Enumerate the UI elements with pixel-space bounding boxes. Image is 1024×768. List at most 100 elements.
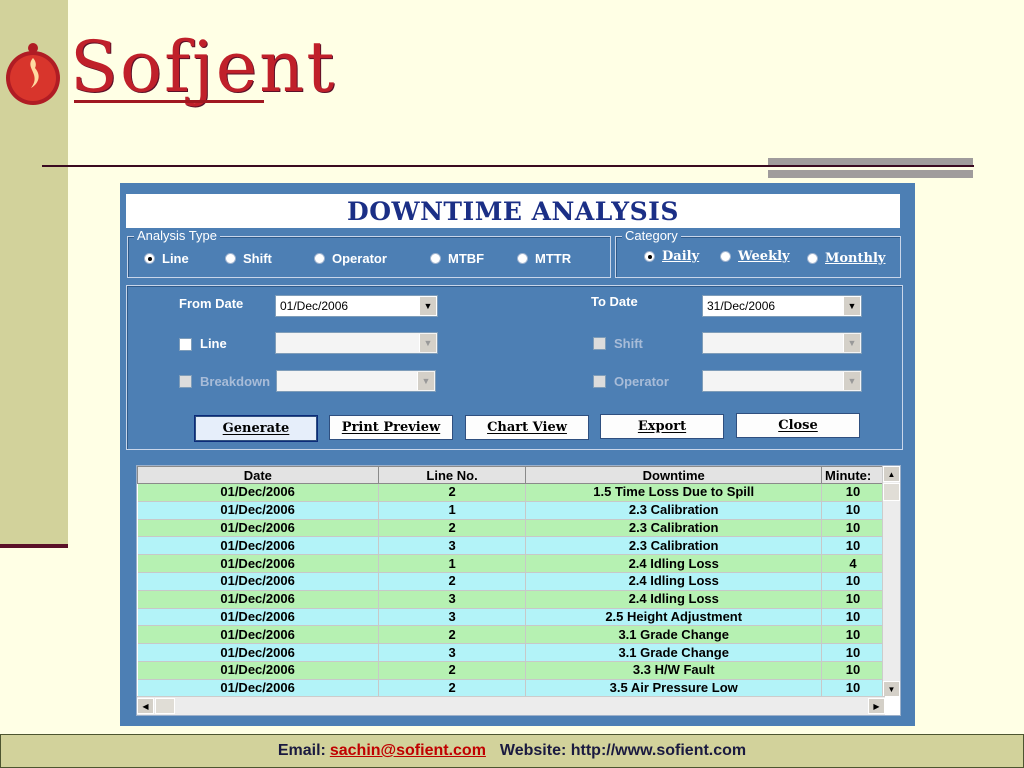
chevron-down-icon[interactable]: ▼ — [843, 334, 860, 352]
cell-date: 01/Dec/2006 — [137, 536, 379, 556]
to-date-label: To Date — [591, 294, 638, 309]
operator-checkbox[interactable] — [593, 375, 606, 388]
radio-mttr-label: MTTR — [535, 251, 572, 266]
cell-line-no: 2 — [378, 519, 527, 538]
from-date-select[interactable]: 01/Dec/2006 ▼ — [275, 295, 438, 317]
cell-minutes: 10 — [821, 608, 885, 627]
chevron-down-icon[interactable]: ▼ — [419, 334, 436, 352]
cell-date: 01/Dec/2006 — [137, 572, 379, 591]
radio-mtbf-label: MTBF — [448, 251, 485, 266]
chevron-down-icon[interactable]: ▼ — [843, 297, 860, 315]
table-row[interactable]: 01/Dec/2006 3 2.4 Idling Loss 10 — [137, 590, 885, 609]
breakdown-select[interactable]: ▼ — [276, 370, 436, 392]
radio-line[interactable]: Line — [144, 251, 189, 266]
breakdown-checkbox[interactable] — [179, 375, 192, 388]
cell-line-no: 2 — [378, 661, 527, 680]
results-grid[interactable]: Date Line No. Downtime Minute: 01/Dec/20… — [136, 465, 901, 716]
cell-minutes: 10 — [821, 483, 885, 502]
shift-select[interactable]: ▼ — [702, 332, 862, 354]
chevron-down-icon[interactable]: ▼ — [843, 372, 860, 390]
cell-downtime: 2.5 Height Adjustment — [525, 608, 822, 627]
radio-icon — [314, 253, 325, 264]
table-row[interactable]: 01/Dec/2006 2 3.5 Air Pressure Low 10 — [137, 679, 885, 698]
chevron-down-icon[interactable]: ▼ — [417, 372, 434, 390]
cell-minutes: 4 — [821, 554, 885, 573]
radio-icon — [517, 253, 528, 264]
column-header-minutes[interactable]: Minute: — [821, 466, 885, 484]
cell-date: 01/Dec/2006 — [137, 554, 379, 573]
line-checkbox[interactable] — [179, 338, 192, 351]
table-row[interactable]: 01/Dec/2006 3 3.1 Grade Change 10 — [137, 643, 885, 662]
radio-weekly[interactable]: Weekly — [720, 249, 790, 264]
generate-button[interactable]: Generate — [194, 415, 318, 442]
table-row[interactable]: 01/Dec/2006 2 2.4 Idling Loss 10 — [137, 572, 885, 591]
cell-minutes: 10 — [821, 572, 885, 591]
cell-downtime: 3.1 Grade Change — [525, 643, 822, 662]
table-row[interactable]: 01/Dec/2006 1 2.3 Calibration 10 — [137, 501, 885, 520]
horizontal-scrollbar[interactable]: ◀ ▶ — [137, 696, 885, 715]
column-header-line-no[interactable]: Line No. — [377, 466, 527, 484]
to-date-select[interactable]: 31/Dec/2006 ▼ — [702, 295, 862, 317]
radio-daily[interactable]: Daily — [644, 249, 699, 264]
export-button[interactable]: Export — [600, 414, 724, 439]
scroll-right-icon[interactable]: ▶ — [868, 698, 885, 714]
cell-downtime: 1.5 Time Loss Due to Spill — [525, 483, 822, 502]
header-rule-gray-top — [768, 158, 973, 165]
chevron-down-icon[interactable]: ▼ — [419, 297, 436, 315]
radio-monthly[interactable]: Monthly — [807, 251, 885, 266]
table-row[interactable]: 01/Dec/2006 1 2.4 Idling Loss 4 — [137, 554, 885, 573]
scroll-down-icon[interactable]: ▼ — [883, 681, 900, 697]
cell-minutes: 10 — [821, 501, 885, 520]
cell-downtime: 2.4 Idling Loss — [525, 590, 822, 609]
cell-minutes: 10 — [821, 536, 885, 556]
line-label: Line — [200, 336, 227, 351]
scroll-left-icon[interactable]: ◀ — [137, 698, 154, 714]
print-preview-button[interactable]: Print Preview — [329, 415, 453, 440]
logo-flame-icon — [6, 43, 60, 105]
downtime-analysis-window: DOWNTIME ANALYSIS Analysis Type Line Shi… — [120, 183, 915, 726]
chart-view-button[interactable]: Chart View — [465, 415, 589, 440]
radio-shift-label: Shift — [243, 251, 272, 266]
cell-downtime: 2.4 Idling Loss — [525, 554, 822, 573]
scroll-up-icon[interactable]: ▲ — [883, 466, 900, 482]
brand-underline — [74, 100, 264, 103]
radio-selected-icon — [144, 253, 155, 264]
radio-icon — [807, 253, 818, 264]
operator-label: Operator — [614, 374, 669, 389]
category-group: Category Daily Weekly Monthly — [615, 228, 901, 278]
table-row[interactable]: 01/Dec/2006 2 1.5 Time Loss Due to Spill 10 — [137, 483, 885, 502]
table-row[interactable]: 01/Dec/2006 3 2.5 Height Adjustment 10 — [137, 608, 885, 627]
radio-weekly-label: Weekly — [738, 249, 790, 264]
radio-mtbf[interactable]: MTBF — [430, 251, 484, 266]
cell-minutes: 10 — [821, 625, 885, 645]
page-footer: Email: sachin@sofient.com Website: http:… — [0, 734, 1024, 768]
hscroll-thumb[interactable] — [155, 698, 175, 714]
cell-line-no: 2 — [378, 679, 527, 698]
column-header-downtime[interactable]: Downtime — [525, 466, 822, 484]
cell-date: 01/Dec/2006 — [137, 501, 379, 520]
cell-downtime: 3.1 Grade Change — [525, 625, 822, 645]
operator-select[interactable]: ▼ — [702, 370, 862, 392]
cell-line-no: 3 — [378, 536, 527, 556]
table-row[interactable]: 01/Dec/2006 2 2.3 Calibration 10 — [137, 519, 885, 538]
table-row[interactable]: 01/Dec/2006 2 3.1 Grade Change 10 — [137, 625, 885, 645]
shift-checkbox[interactable] — [593, 337, 606, 350]
radio-operator[interactable]: Operator — [314, 251, 387, 266]
email-link[interactable]: sachin@sofient.com — [330, 742, 486, 760]
cell-line-no: 1 — [378, 554, 527, 573]
column-header-date[interactable]: Date — [137, 466, 379, 484]
line-select[interactable]: ▼ — [275, 332, 438, 354]
cell-minutes: 10 — [821, 679, 885, 698]
cell-line-no: 2 — [378, 483, 527, 502]
radio-shift[interactable]: Shift — [225, 251, 272, 266]
table-row[interactable]: 01/Dec/2006 2 3.3 H/W Fault 10 — [137, 661, 885, 680]
vertical-scrollbar[interactable]: ▲ ▼ — [882, 466, 900, 697]
radio-mttr[interactable]: MTTR — [517, 251, 571, 266]
from-date-value: 01/Dec/2006 — [280, 299, 349, 313]
cell-downtime: 2.3 Calibration — [525, 519, 822, 538]
radio-monthly-label: Monthly — [825, 251, 886, 266]
cell-date: 01/Dec/2006 — [137, 679, 379, 698]
close-button[interactable]: Close — [736, 413, 860, 438]
scroll-thumb[interactable] — [883, 483, 900, 501]
table-row[interactable]: 01/Dec/2006 3 2.3 Calibration 10 — [137, 536, 885, 556]
